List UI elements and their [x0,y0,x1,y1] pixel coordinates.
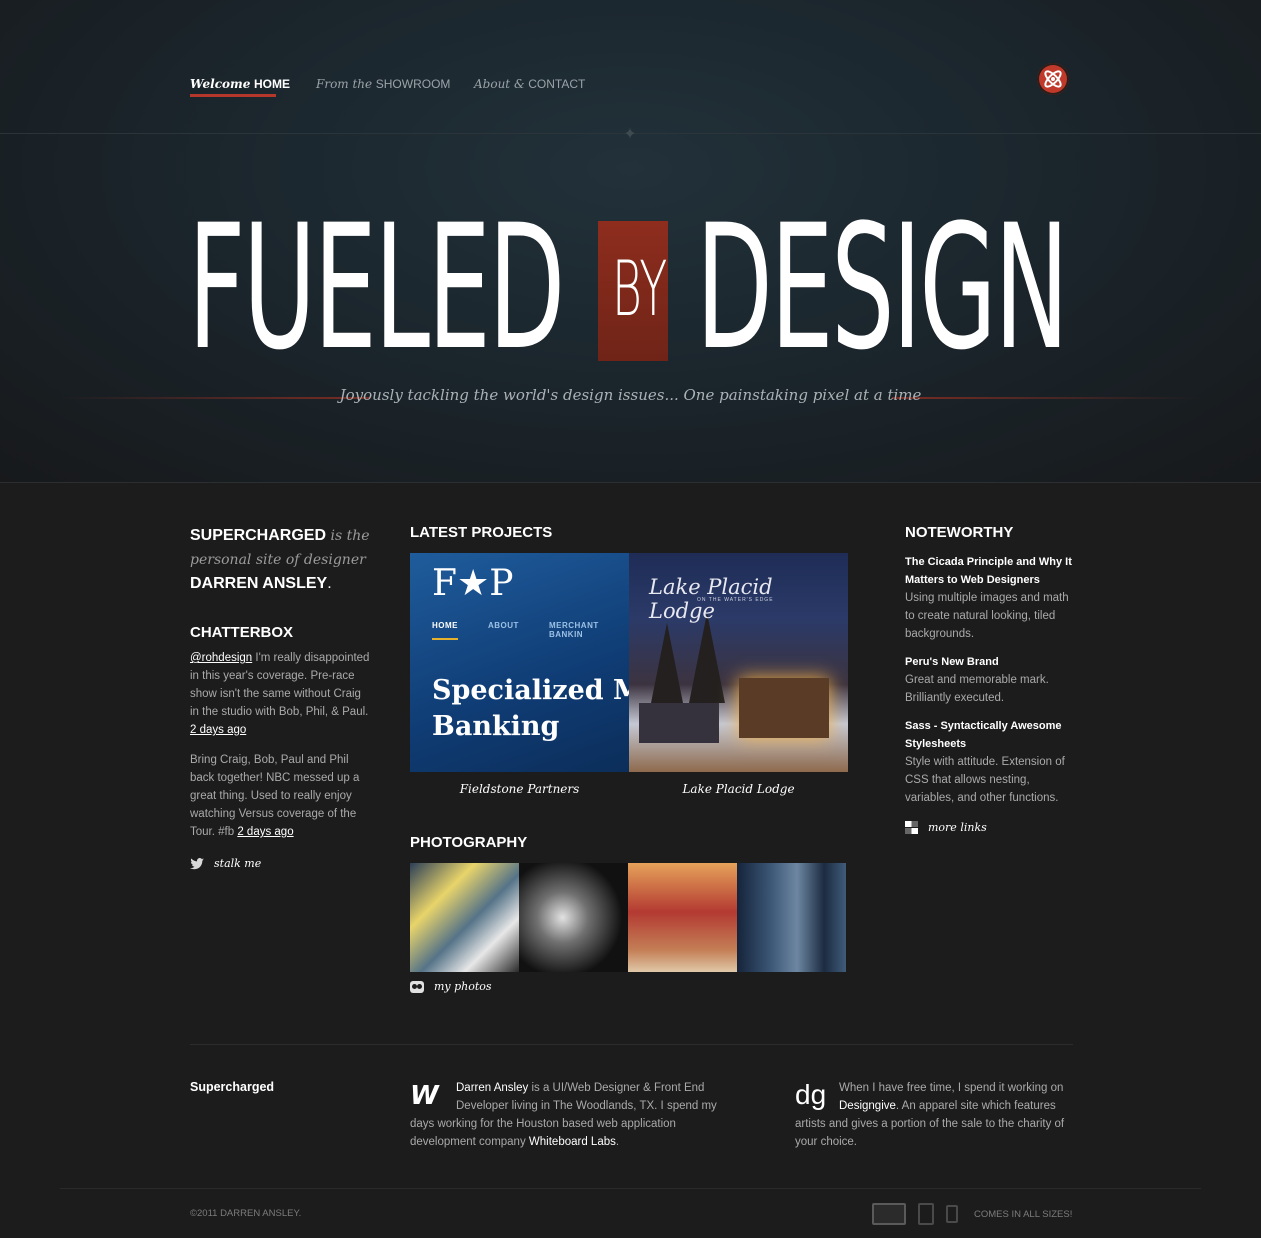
tablet-icon[interactable] [918,1203,934,1225]
nav-contact[interactable]: About & CONTACT [474,76,585,91]
fp-headline-line: Banking [432,711,560,742]
photo-thumbnail[interactable] [628,863,737,972]
fp-headline-line: Specialized Mer [432,675,629,706]
noteworthy-item-link[interactable]: Sass - Syntactically Awesome Stylesheets [905,717,1073,753]
projects-list: F★P HOME ABOUT MERCHANT BANKIN Specializ… [410,553,850,796]
my-photos-label: my photos [434,980,492,993]
tweet-time-link[interactable]: 2 days ago [237,826,293,838]
intro-name: DARREN ANSLEY [190,575,328,592]
tree-shape [689,613,725,703]
fp-headline: Specialized Mer Banking [432,673,629,745]
noteworthy-item-text: Style with attitude. Extension of CSS th… [905,756,1065,804]
nav-contact-main: CONTACT [528,77,586,91]
flickr-icon [410,980,424,993]
phone-icon[interactable] [946,1205,958,1223]
tweet-time-link[interactable]: 2 days ago [190,724,246,736]
designgive-link[interactable]: Designgive [839,1100,896,1112]
hero-title: FUELED BY DESIGN [188,187,1073,388]
photo-strip [410,863,850,972]
footer-about: W Darren Ansley is a UI/Web Designer & F… [410,1079,740,1151]
intro-period: . [327,575,332,592]
noteworthy-title: NOTEWORTHY [905,524,1014,541]
noteworthy-item-link[interactable]: Peru's New Brand [905,653,1073,671]
twitter-bird-icon [190,857,204,870]
nav-active-underline [190,94,276,97]
whiteboard-labs-link[interactable]: Whiteboard Labs [529,1136,616,1148]
project-thumbnail[interactable]: F★P HOME ABOUT MERCHANT BANKIN Specializ… [410,553,629,772]
atom-logo-icon[interactable] [1037,63,1069,95]
photography-title: PHOTOGRAPHY [410,834,528,851]
nav-home-main: HOME [253,77,290,91]
footer-designgive-text2: . An apparel site which features artists… [795,1100,1065,1148]
lodge-building [739,678,829,738]
delicious-icon [905,821,918,834]
fp-nav-item: ABOUT [488,621,519,630]
photo-thumbnail[interactable] [737,863,846,972]
project-caption[interactable]: Lake Placid Lodge [629,782,848,796]
noteworthy-item-text: Great and memorable mark. Brilliantly ex… [905,674,1049,704]
lodge-building [639,703,719,743]
designgive-dg-icon: dg [795,1079,827,1110]
noteworthy-item-text: Using multiple images and math to create… [905,592,1069,640]
photo-thumbnail[interactable] [519,863,628,972]
tweet: Bring Craig, Bob, Paul and Phil back tog… [190,751,370,841]
hero-tagline: Joyously tackling the world's design iss… [339,386,922,404]
projects-column: LATEST PROJECTS F★P HOME ABOUT MERCHANT … [410,524,850,993]
nav-contact-pre: About & [474,77,525,91]
intro-column: SUPERCHARGED is the personal site of des… [190,524,370,870]
stalk-me-link[interactable]: stalk me [190,857,370,870]
fp-nav-item: MERCHANT BANKIN [548,621,599,639]
tweet: @rohdesign I'm really disappointed in th… [190,649,370,739]
noteworthy-item-link[interactable]: The Cicada Principle and Why It Matters … [905,553,1073,589]
nav-home[interactable]: Welcome HOME [190,76,290,97]
project-lake-placid[interactable]: Lake Placid Lodge ON THE WATER'S EDGE La… [629,553,848,796]
nav-home-pre: Welcome [190,77,251,91]
more-links-link[interactable]: more links [905,821,1073,834]
chatterbox-title: CHATTERBOX [190,624,294,641]
nav-showroom-pre: From the [316,77,373,91]
whiteboard-w-icon: W [410,1081,439,1111]
copyright: ©2011 DARREN ANSLEY. [190,1208,302,1219]
nav-showroom-main: SHOWROOM [375,77,451,91]
my-photos-link[interactable]: my photos [410,980,850,993]
project-caption[interactable]: Fieldstone Partners [410,782,629,796]
tree-shape [649,623,685,713]
footer-designgive: dg When I have free time, I spend it wor… [795,1079,1070,1151]
noteworthy-column: NOTEWORTHY The Cicada Principle and Why … [905,524,1073,834]
hero-title-by: BY [612,244,668,333]
nav-showroom[interactable]: From the SHOWROOM [316,76,450,91]
footer-site-name: Supercharged [190,1080,275,1094]
noteworthy-item: Peru's New Brand Great and memorable mar… [905,653,1073,707]
footer-about-end: . [615,1136,620,1148]
star-ornament-icon: ✦ [623,126,637,143]
fp-nav-item: HOME [432,621,458,640]
hero-title-right: DESIGN [696,187,1069,388]
hero-title-left: FUELED [188,187,565,388]
intro-supercharged: SUPERCHARGED [190,527,327,544]
device-sizes: COMES IN ALL SIZES! [872,1203,1072,1225]
noteworthy-item: Sass - Syntactically Awesome Stylesheets… [905,717,1073,807]
photo-thumbnail[interactable] [410,863,519,972]
stalk-me-label: stalk me [214,857,262,870]
noteworthy-item: The Cicada Principle and Why It Matters … [905,553,1073,643]
fp-logo: F★P [432,563,514,604]
fp-nav: HOME ABOUT MERCHANT BANKIN [432,621,629,640]
project-thumbnail[interactable]: Lake Placid Lodge ON THE WATER'S EDGE [629,553,848,772]
bottom-divider [60,1188,1201,1189]
monitor-icon[interactable] [872,1203,906,1225]
latest-projects-title: LATEST PROJECTS [410,524,553,541]
sizes-label: COMES IN ALL SIZES! [974,1208,1073,1220]
footer-author-name: Darren Ansley [456,1082,529,1094]
intro-text: SUPERCHARGED is the personal site of des… [190,524,370,596]
more-links-label: more links [928,821,987,834]
project-fieldstone[interactable]: F★P HOME ABOUT MERCHANT BANKIN Specializ… [410,553,629,796]
tweet-handle-link[interactable]: @rohdesign [190,652,252,664]
footer-designgive-text: When I have free time, I spend it workin… [839,1082,1064,1094]
footer-divider [190,1044,1073,1045]
lp-logo-sub: ON THE WATER'S EDGE [697,597,774,603]
